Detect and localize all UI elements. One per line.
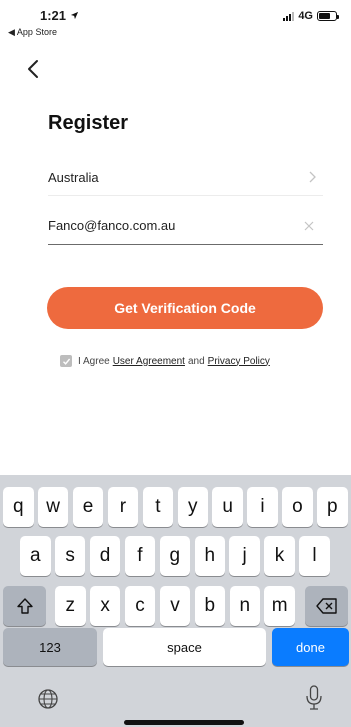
key-e[interactable]: e: [72, 487, 104, 527]
agreement-row: I Agree User Agreement and Privacy Polic…: [60, 355, 270, 367]
numbers-key[interactable]: 123: [3, 628, 97, 666]
key-q[interactable]: q: [3, 487, 34, 527]
keyboard: qwertyuiop asdfghjkl zxcvbnm 123 space d…: [0, 475, 351, 727]
country-selector[interactable]: Australia: [48, 162, 323, 196]
key-v[interactable]: v: [159, 586, 191, 626]
key-w[interactable]: w: [37, 487, 69, 527]
back-to-app-link[interactable]: ◀ App Store: [8, 27, 57, 38]
key-b[interactable]: b: [194, 586, 226, 626]
home-indicator: [124, 720, 244, 725]
and-text: and: [187, 355, 205, 367]
key-d[interactable]: d: [89, 536, 121, 576]
key-g[interactable]: g: [159, 536, 191, 576]
key-s[interactable]: s: [54, 536, 86, 576]
key-o[interactable]: o: [282, 487, 313, 527]
signal-icon: [283, 11, 295, 21]
user-agreement-link[interactable]: User Agreement: [113, 356, 185, 367]
key-k[interactable]: k: [264, 536, 295, 576]
email-value[interactable]: Fanco@fanco.com.au: [48, 218, 175, 233]
country-value: Australia: [48, 170, 99, 185]
privacy-policy-link[interactable]: Privacy Policy: [208, 356, 270, 367]
email-field[interactable]: Fanco@fanco.com.au: [48, 210, 323, 245]
key-f[interactable]: f: [124, 536, 156, 576]
backspace-icon: [315, 598, 337, 614]
network-type: 4G: [298, 10, 313, 22]
globe-icon[interactable]: [37, 688, 59, 710]
space-key[interactable]: space: [103, 628, 266, 666]
status-time: 1:21: [40, 8, 79, 23]
key-c[interactable]: c: [124, 586, 156, 626]
status-indicators: 4G: [283, 10, 339, 22]
key-p[interactable]: p: [317, 487, 348, 527]
key-x[interactable]: x: [89, 586, 121, 626]
page-title: Register: [48, 112, 129, 134]
chevron-right-icon: [309, 171, 316, 183]
location-arrow-icon: [70, 11, 78, 20]
battery-icon: [317, 11, 339, 21]
agree-checkbox[interactable]: [60, 355, 72, 367]
backspace-key[interactable]: [305, 586, 348, 626]
key-a[interactable]: a: [20, 536, 51, 576]
key-l[interactable]: l: [299, 536, 330, 576]
get-verification-code-button[interactable]: Get Verification Code: [47, 287, 323, 329]
agree-text: I Agree: [78, 355, 110, 367]
key-h[interactable]: h: [194, 536, 225, 576]
shift-icon: [16, 598, 33, 614]
shift-key[interactable]: [3, 586, 46, 626]
key-j[interactable]: j: [229, 536, 260, 576]
key-y[interactable]: y: [177, 487, 208, 527]
key-n[interactable]: n: [229, 586, 260, 626]
microphone-icon[interactable]: [305, 684, 323, 712]
back-chevron-icon[interactable]: [26, 58, 42, 80]
key-r[interactable]: r: [107, 487, 139, 527]
key-z[interactable]: z: [55, 586, 86, 626]
key-i[interactable]: i: [247, 487, 278, 527]
key-m[interactable]: m: [264, 586, 295, 626]
done-key[interactable]: done: [272, 628, 349, 666]
key-t[interactable]: t: [142, 487, 174, 527]
clear-icon[interactable]: [303, 220, 315, 232]
key-u[interactable]: u: [212, 487, 243, 527]
check-icon: [62, 358, 70, 365]
